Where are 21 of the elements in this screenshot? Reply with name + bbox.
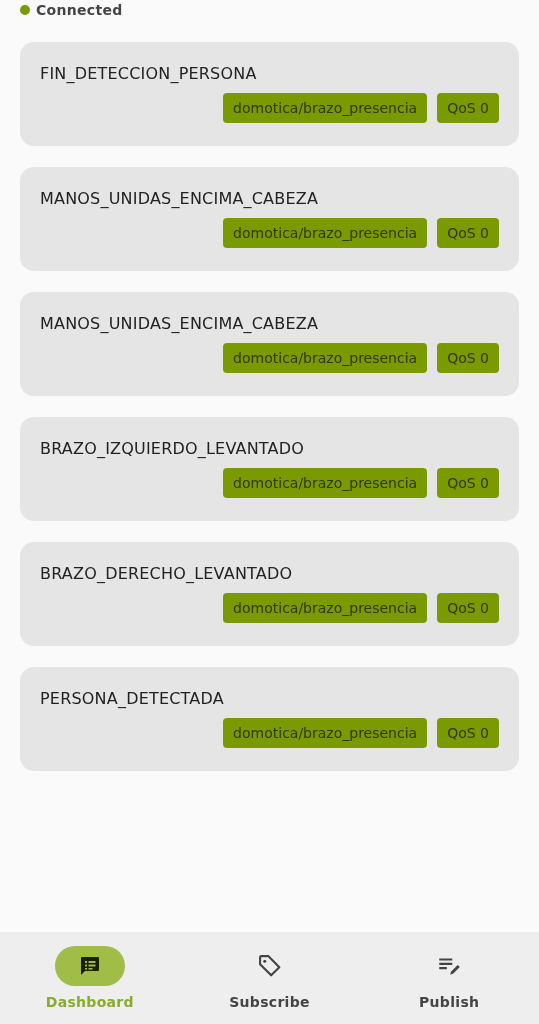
qos-chip: QoS 0 bbox=[437, 93, 499, 123]
message-payload: MANOS_UNIDAS_ENCIMA_CABEZA bbox=[40, 189, 320, 208]
nav-tab[interactable]: Publish bbox=[359, 932, 539, 1024]
qos-chip: QoS 0 bbox=[437, 343, 499, 373]
connection-status: Connected bbox=[36, 1, 123, 18]
qos-chip: QoS 0 bbox=[437, 718, 499, 748]
topic-chip: domotica/brazo_presencia bbox=[223, 718, 428, 748]
message-payload: MANOS_UNIDAS_ENCIMA_CABEZA bbox=[40, 314, 320, 333]
message-payload: BRAZO_IZQUIERDO_LEVANTADO bbox=[40, 439, 306, 458]
qos-chip: QoS 0 bbox=[437, 218, 499, 248]
message-payload: PERSONA_DETECTADA bbox=[40, 689, 225, 708]
topic-chip: domotica/brazo_presencia bbox=[223, 93, 428, 123]
topic-chip: domotica/brazo_presencia bbox=[223, 593, 428, 623]
message-payload: FIN_DETECCION_PERSONA bbox=[40, 64, 258, 83]
topic-chip: domotica/brazo_presencia bbox=[223, 218, 428, 248]
topic-chip: domotica/brazo_presencia bbox=[223, 343, 428, 373]
qos-chip: QoS 0 bbox=[437, 468, 499, 498]
nav-tab[interactable]: Subscribe bbox=[179, 932, 360, 1024]
message-payload: BRAZO_DERECHO_LEVANTADO bbox=[40, 564, 294, 583]
topic-chip: domotica/brazo_presencia bbox=[223, 468, 428, 498]
qos-chip: QoS 0 bbox=[437, 593, 499, 623]
